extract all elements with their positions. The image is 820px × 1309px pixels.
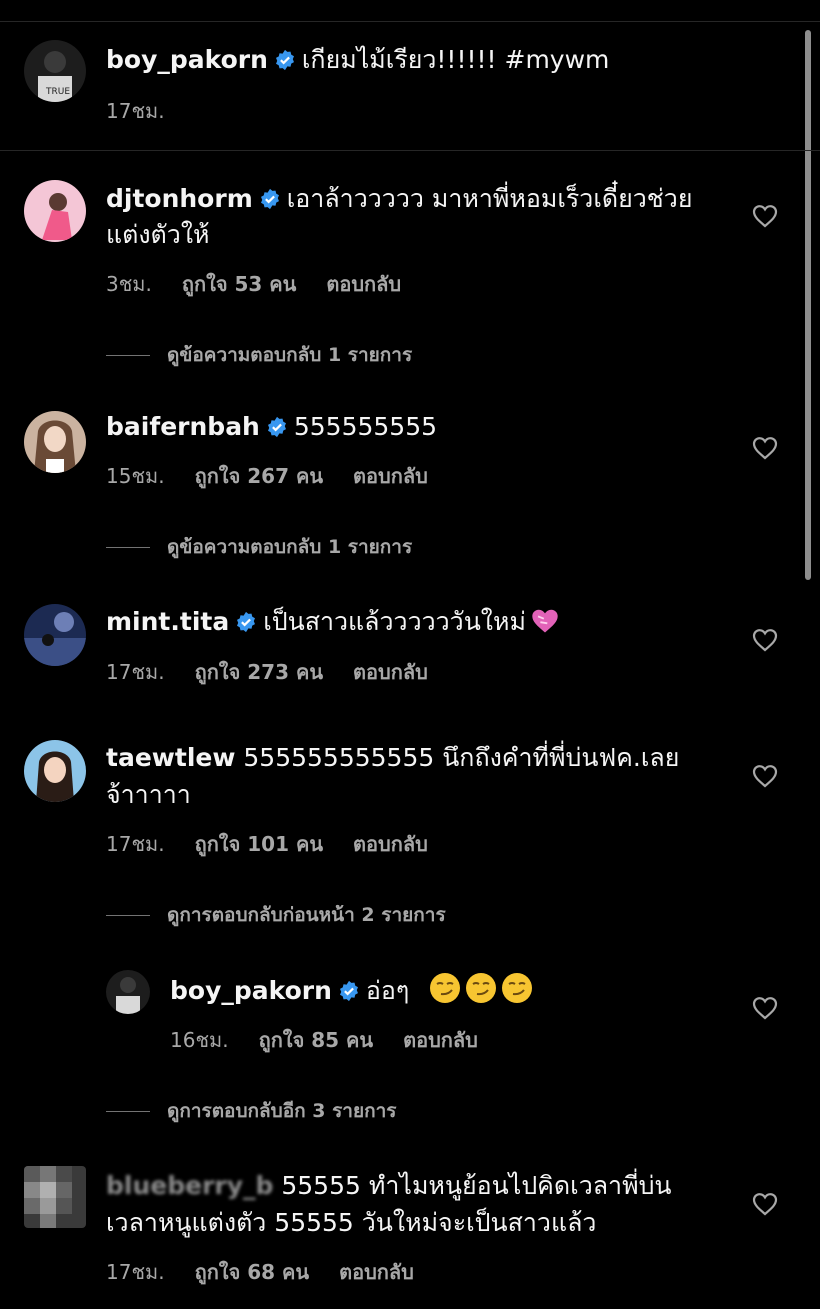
reply-button[interactable]: ตอบกลับ xyxy=(353,464,428,488)
reply-button[interactable]: ตอบกลับ xyxy=(353,832,428,856)
reply-button[interactable]: ตอบกลับ xyxy=(339,1260,414,1284)
heart-icon[interactable] xyxy=(752,204,778,232)
comment-line-1: taewtlew 555555555555 นึกถึงคำที่พี่บ่นฟ… xyxy=(106,740,679,776)
reply-button[interactable]: ตอบกลับ xyxy=(403,1028,478,1052)
view-replies-text[interactable]: ดูการตอบกลับอีก 3 รายการ xyxy=(167,1100,396,1122)
comment-text: 55555 ทำไมหนูย้อนไปคิดเวลาพี่บ่น xyxy=(281,1171,672,1200)
reply-username[interactable]: boy_pakorn xyxy=(170,976,332,1005)
comment-meta: 17ชม. ถูกใจ 101 คน ตอบกลับ xyxy=(106,828,458,860)
comment-line-2: จ้าาาาา xyxy=(106,777,191,813)
comment-meta: 3ชม. ถูกใจ 53 คน ตอบกลับ xyxy=(106,268,431,300)
top-bar xyxy=(0,0,820,22)
view-replies-link[interactable]: ดูข้อความตอบกลับ 1 รายการ xyxy=(106,340,412,370)
verified-badge-icon xyxy=(274,45,296,81)
reply-meta: 16ชม. ถูกใจ 85 คน ตอบกลับ xyxy=(170,1024,508,1056)
heart-icon[interactable] xyxy=(752,764,778,792)
comment-username[interactable]: mint.tita xyxy=(106,607,229,636)
comment-line-2: เวลาหนูแต่งตัว 55555 วันใหม่จะเป็นสาวแล้… xyxy=(106,1205,596,1241)
caption-text: เกียมไม้เรียว!!!!!! #mywm xyxy=(301,45,610,74)
avatar-boy-pakorn-reply[interactable] xyxy=(106,970,150,1014)
avatar-djtonhorm[interactable] xyxy=(24,180,86,242)
caption-time: 17ชม. xyxy=(106,99,165,123)
verified-badge-icon xyxy=(338,976,360,1012)
smirk-emoji xyxy=(429,972,461,1014)
view-replies-text[interactable]: ดูการตอบกลับก่อนหน้า 2 รายการ xyxy=(167,904,446,926)
view-replies-dash xyxy=(106,355,150,356)
verified-badge-icon xyxy=(235,607,257,643)
reply-line-1: boy_pakorn อ่อๆ xyxy=(170,972,533,1014)
caption-username[interactable]: boy_pakorn xyxy=(106,45,268,74)
reply-text: อ่อๆ xyxy=(365,976,410,1005)
avatar-taewtlew[interactable] xyxy=(24,740,86,802)
reply-button[interactable]: ตอบกลับ xyxy=(353,660,428,684)
view-replies-dash xyxy=(106,547,150,548)
heart-icon[interactable] xyxy=(752,996,778,1024)
view-replies-text[interactable]: ดูข้อความตอบกลับ 1 รายการ xyxy=(167,536,412,558)
comment-username[interactable]: baifernbah xyxy=(106,412,260,441)
reply-likes[interactable]: ถูกใจ 85 คน xyxy=(259,1028,374,1052)
comment-meta: 17ชม. ถูกใจ 68 คน ตอบกลับ xyxy=(106,1256,444,1288)
comment-time: 17ชม. xyxy=(106,832,165,856)
smirk-emoji xyxy=(501,972,533,1014)
avatar-blurred[interactable] xyxy=(24,1166,86,1228)
avatar-baifernbah[interactable] xyxy=(24,411,86,473)
comment-username[interactable]: djtonhorm xyxy=(106,184,253,213)
comment-text: 555555555 xyxy=(293,412,438,441)
comment-text: 555555555555 นึกถึงคำที่พี่บ่นฟค.เลย xyxy=(243,743,680,772)
comment-time: 17ชม. xyxy=(106,1260,165,1284)
caption-divider xyxy=(0,150,820,151)
comment-likes[interactable]: ถูกใจ 101 คน xyxy=(195,832,323,856)
avatar-boy-pakorn[interactable]: TRUE xyxy=(24,40,86,102)
reply-button[interactable]: ตอบกลับ xyxy=(326,272,401,296)
view-replies-text[interactable]: ดูข้อความตอบกลับ 1 รายการ xyxy=(167,344,412,366)
smirk-emoji xyxy=(465,972,497,1014)
purple-heart-emoji xyxy=(530,607,560,645)
view-replies-dash xyxy=(106,1111,150,1112)
heart-icon[interactable] xyxy=(752,436,778,464)
comment-meta: 15ชม. ถูกใจ 267 คน ตอบกลับ xyxy=(106,460,458,492)
view-more-replies-link[interactable]: ดูการตอบกลับอีก 3 รายการ xyxy=(106,1096,396,1126)
comment-likes[interactable]: ถูกใจ 273 คน xyxy=(195,660,323,684)
verified-badge-icon xyxy=(266,412,288,448)
view-replies-link[interactable]: ดูข้อความตอบกลับ 1 รายการ xyxy=(106,532,412,562)
reply-time: 16ชม. xyxy=(170,1028,229,1052)
comment-likes[interactable]: ถูกใจ 267 คน xyxy=(195,464,323,488)
comment-username[interactable]: taewtlew xyxy=(106,743,235,772)
view-replies-dash xyxy=(106,915,150,916)
comment-likes[interactable]: ถูกใจ 68 คน xyxy=(195,1260,310,1284)
comment-line-1: djtonhorm เอาล้าววววว มาหาพี่หอมเร็วเดี๋ย… xyxy=(106,181,692,220)
comment-text-continued: จ้าาาาา xyxy=(106,780,191,809)
comment-line-1: blueberry_b 55555 ทำไมหนูย้อนไปคิดเวลาพี… xyxy=(106,1168,672,1204)
heart-icon[interactable] xyxy=(752,628,778,656)
comment-username[interactable]: blueberry_b xyxy=(106,1171,273,1200)
comment-text: เอาล้าววววว มาหาพี่หอมเร็วเดี๋ยวช่วย xyxy=(286,184,693,213)
comment-time: 3ชม. xyxy=(106,272,152,296)
caption-meta: 17ชม. xyxy=(106,95,195,127)
comment-time: 15ชม. xyxy=(106,464,165,488)
caption-line: boy_pakorn เกียมไม้เรียว!!!!!! #mywm xyxy=(106,42,609,81)
comment-likes[interactable]: ถูกใจ 53 คน xyxy=(182,272,297,296)
heart-icon[interactable] xyxy=(752,1192,778,1220)
verified-badge-icon xyxy=(259,184,281,220)
view-previous-replies-link[interactable]: ดูการตอบกลับก่อนหน้า 2 รายการ xyxy=(106,900,446,930)
comment-text: เป็นสาวแล้ววววววันใหม่ xyxy=(263,607,526,636)
comment-text-continued: แต่งตัวให้ xyxy=(106,220,210,249)
scrollbar[interactable] xyxy=(805,30,811,580)
svg-text:TRUE: TRUE xyxy=(45,87,70,97)
comment-line-1: mint.tita เป็นสาวแล้ววววววันใหม่ xyxy=(106,604,560,645)
comment-line-2: แต่งตัวให้ xyxy=(106,217,210,253)
comment-line-1: baifernbah 555555555 xyxy=(106,409,437,448)
comment-text-continued: เวลาหนูแต่งตัว 55555 วันใหม่จะเป็นสาวแล้… xyxy=(106,1208,597,1237)
avatar-mint-tita[interactable] xyxy=(24,604,86,666)
comment-time: 17ชม. xyxy=(106,660,165,684)
comment-meta: 17ชม. ถูกใจ 273 คน ตอบกลับ xyxy=(106,656,458,688)
